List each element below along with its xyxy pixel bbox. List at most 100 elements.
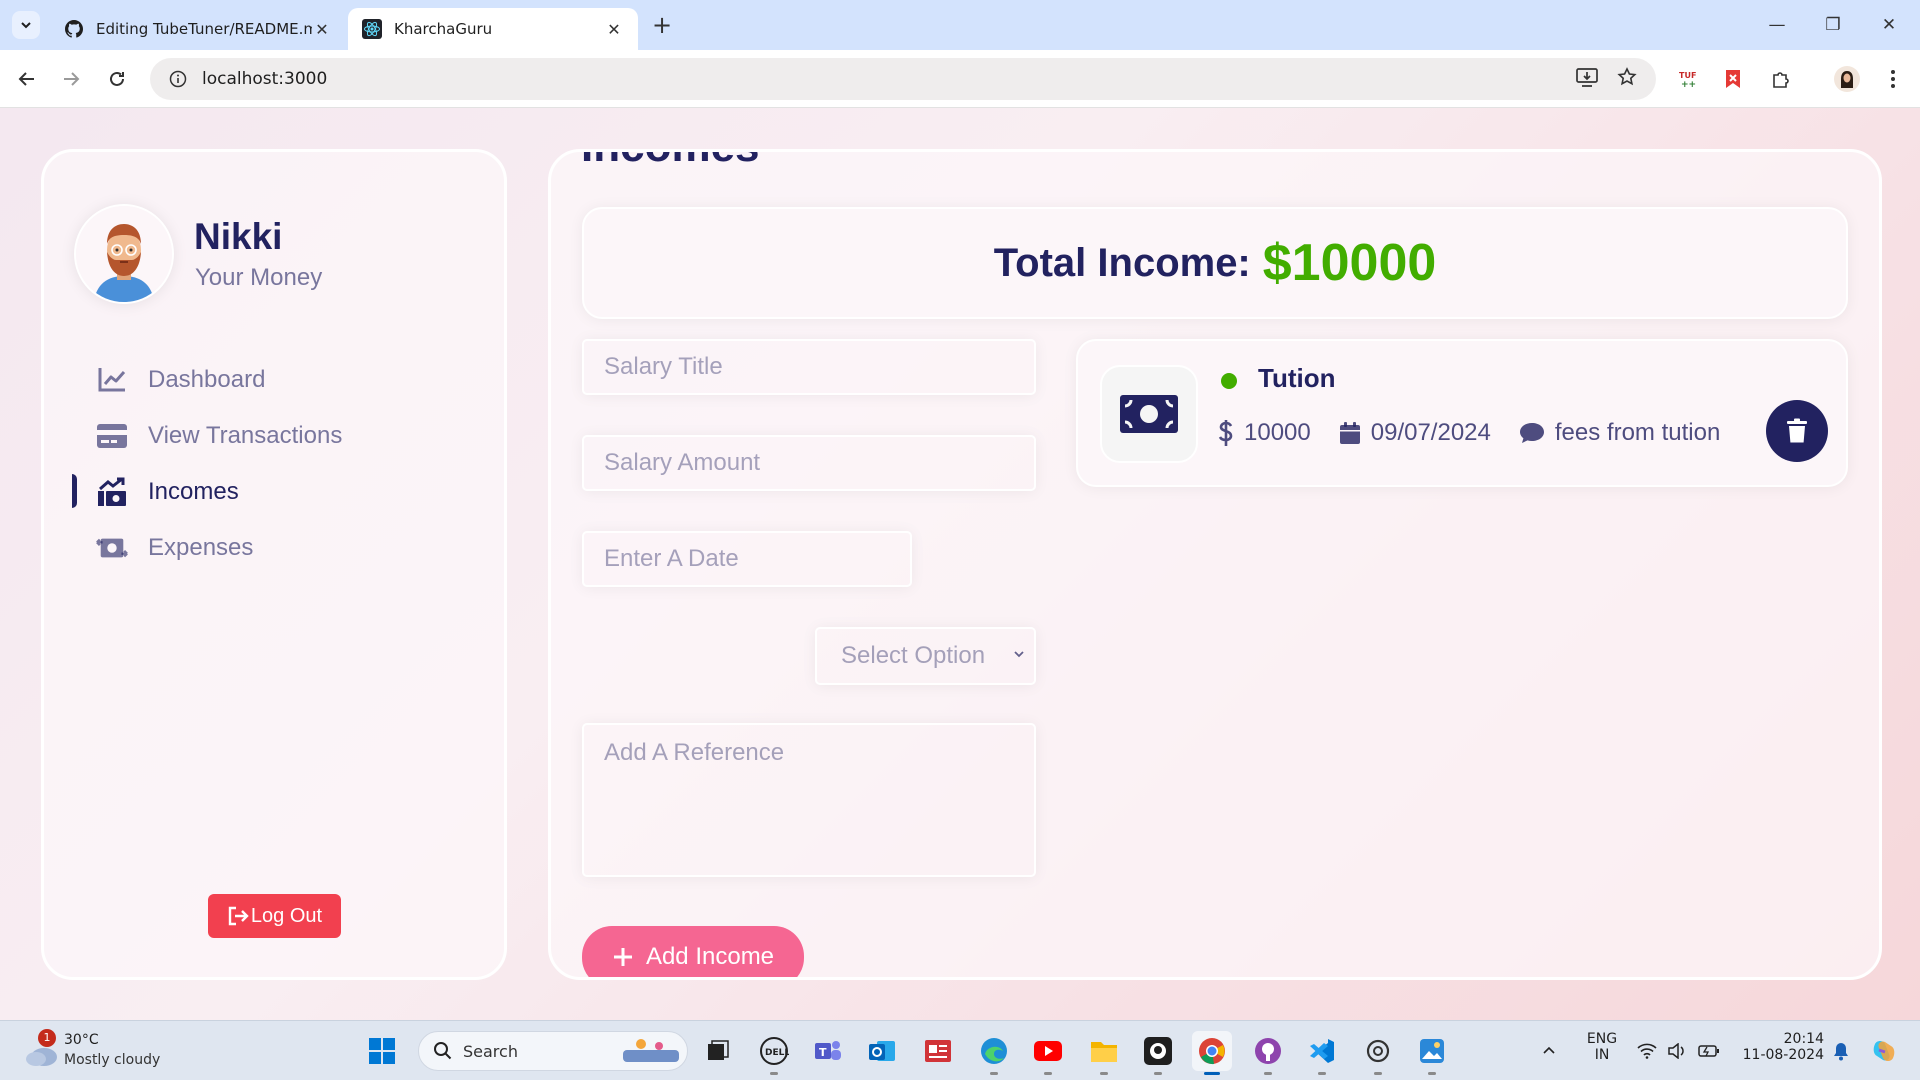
install-app-icon[interactable] bbox=[1570, 60, 1604, 94]
svg-text:++: ++ bbox=[1681, 80, 1696, 89]
browser-tab-kharchaguru[interactable]: KharchaGuru ✕ bbox=[348, 8, 638, 50]
reference-textarea[interactable]: Add A Reference bbox=[582, 723, 1036, 877]
avatar bbox=[74, 204, 174, 304]
svg-text:DELL: DELL bbox=[765, 1048, 789, 1058]
taskbar: 1 30°C Mostly cloudy Search DELL T ENG I… bbox=[0, 1020, 1920, 1080]
copilot-icon[interactable] bbox=[1864, 1031, 1904, 1071]
github-desktop-icon[interactable] bbox=[1138, 1031, 1178, 1075]
add-income-button[interactable]: Add Income bbox=[582, 926, 804, 977]
clock-date: 11-08-2024 bbox=[1742, 1047, 1824, 1063]
browser-toolbar: localhost:3000 TUF ++ bbox=[0, 50, 1920, 108]
sidebar-menu: Dashboard View Transactions Incomes Expe… bbox=[72, 352, 472, 576]
bookmark-star-icon[interactable] bbox=[1610, 60, 1644, 94]
show-hidden-icons-icon[interactable] bbox=[1534, 1031, 1564, 1071]
total-income-label: Total Income: bbox=[993, 240, 1251, 285]
chrome-icon[interactable] bbox=[1192, 1031, 1232, 1075]
file-explorer-icon[interactable] bbox=[1084, 1031, 1124, 1075]
delete-income-button[interactable] bbox=[1766, 400, 1828, 462]
url-text: localhost:3000 bbox=[202, 69, 328, 89]
restore-button[interactable]: ❐ bbox=[1810, 10, 1856, 40]
category-select[interactable]: Select Option bbox=[815, 627, 1036, 685]
tab-close-icon[interactable]: ✕ bbox=[312, 19, 332, 39]
minimize-button[interactable]: — bbox=[1754, 10, 1800, 40]
image-editor-icon[interactable] bbox=[1412, 1031, 1452, 1075]
tab-title: Editing TubeTuner/README.md bbox=[96, 20, 312, 38]
volume-icon[interactable] bbox=[1662, 1031, 1692, 1071]
vscode-icon[interactable] bbox=[1302, 1031, 1342, 1075]
browser-menu-icon[interactable] bbox=[1876, 62, 1910, 96]
income-amount: 10000 bbox=[1218, 419, 1311, 447]
browser-tab-github[interactable]: Editing TubeTuner/README.md ✕ bbox=[50, 8, 346, 50]
dollar-icon bbox=[1218, 420, 1233, 446]
income-amount-value: 10000 bbox=[1244, 419, 1311, 446]
clock[interactable]: 20:14 11-08-2024 bbox=[1734, 1031, 1824, 1063]
search-highlight-icon bbox=[623, 1039, 679, 1062]
category-select-value: Select Option bbox=[841, 642, 986, 669]
app-page: Nikki Your Money Dashboard View Transact… bbox=[0, 108, 1920, 1020]
teams-icon[interactable]: T bbox=[808, 1031, 848, 1071]
income-date: 09/07/2024 bbox=[1339, 419, 1491, 447]
search-icon bbox=[434, 1042, 452, 1060]
sign-out-icon bbox=[228, 906, 249, 926]
add-income-label: Add Income bbox=[645, 943, 775, 970]
bookmark-extension-icon[interactable] bbox=[1716, 62, 1750, 96]
plus-icon bbox=[613, 948, 632, 966]
battery-icon[interactable] bbox=[1694, 1031, 1724, 1071]
reload-button[interactable] bbox=[102, 64, 132, 94]
sidebar: Nikki Your Money Dashboard View Transact… bbox=[41, 149, 507, 980]
page-title: Incomes bbox=[581, 152, 760, 172]
sidebar-item-expenses[interactable]: Expenses bbox=[72, 520, 472, 576]
sidebar-item-incomes[interactable]: Incomes bbox=[72, 464, 472, 520]
language-indicator[interactable]: ENG IN bbox=[1582, 1031, 1622, 1063]
dell-icon[interactable]: DELL bbox=[754, 1031, 794, 1075]
extensions-puzzle-icon[interactable] bbox=[1764, 62, 1798, 96]
sidebar-item-view-transactions[interactable]: View Transactions bbox=[72, 408, 472, 464]
youtube-icon[interactable] bbox=[1028, 1031, 1068, 1075]
forward-button[interactable] bbox=[56, 64, 86, 94]
edge-icon[interactable] bbox=[974, 1031, 1014, 1075]
task-view-icon[interactable] bbox=[698, 1031, 738, 1071]
sidebar-item-dashboard[interactable]: Dashboard bbox=[72, 352, 472, 408]
logout-button[interactable]: Log Out bbox=[208, 894, 341, 938]
chart-line-icon bbox=[96, 364, 128, 396]
salary-amount-input[interactable] bbox=[582, 435, 1036, 491]
weather-widget[interactable]: 1 30°C Mostly cloudy bbox=[20, 1029, 180, 1073]
weather-badge: 1 bbox=[38, 1029, 56, 1047]
site-info-icon[interactable] bbox=[158, 70, 198, 88]
income-item: Tution 10000 09/07/2024 fees from tution bbox=[1076, 339, 1848, 487]
date-input[interactable] bbox=[582, 531, 912, 587]
outlook-icon[interactable] bbox=[862, 1031, 902, 1071]
income-title: Tution bbox=[1258, 363, 1336, 393]
bearded-man-avatar-icon bbox=[76, 206, 172, 302]
chevron-down-icon bbox=[21, 22, 31, 29]
start-button[interactable] bbox=[362, 1031, 402, 1071]
comment-icon bbox=[1519, 423, 1544, 443]
arrow-right-icon bbox=[64, 72, 80, 86]
notification-bell-icon[interactable] bbox=[1826, 1031, 1856, 1071]
sidebar-item-label: Incomes bbox=[148, 478, 239, 505]
income-description: fees from tution bbox=[1519, 419, 1720, 447]
close-window-button[interactable]: ✕ bbox=[1866, 10, 1912, 40]
taskbar-search[interactable]: Search bbox=[418, 1031, 688, 1071]
svg-text:TUF: TUF bbox=[1679, 71, 1696, 80]
back-button[interactable] bbox=[12, 64, 42, 94]
sidebar-item-label: Expenses bbox=[148, 534, 254, 561]
salary-title-input[interactable] bbox=[582, 339, 1036, 395]
new-tab-button[interactable]: + bbox=[648, 12, 676, 40]
tab-search-button[interactable] bbox=[12, 11, 40, 39]
language-region: IN bbox=[1594, 1047, 1610, 1063]
tab-close-icon[interactable]: ✕ bbox=[604, 19, 624, 39]
news-icon[interactable] bbox=[918, 1031, 958, 1071]
tab-title: KharchaGuru bbox=[394, 20, 493, 38]
profile-avatar[interactable] bbox=[1830, 62, 1864, 96]
wifi-icon[interactable] bbox=[1632, 1031, 1662, 1071]
user-name: Nikki bbox=[194, 216, 283, 257]
main-panel: Incomes Total Income: $10000 Select Opti… bbox=[548, 149, 1882, 980]
chatgpt-icon[interactable] bbox=[1358, 1031, 1398, 1075]
address-bar[interactable]: localhost:3000 bbox=[150, 58, 1656, 100]
github-icon bbox=[64, 19, 84, 39]
trash-icon bbox=[1787, 418, 1807, 443]
logout-label: Log Out bbox=[250, 904, 323, 927]
github-purple-icon[interactable] bbox=[1248, 1031, 1288, 1075]
tuf-extension-icon[interactable]: TUF ++ bbox=[1672, 62, 1706, 96]
